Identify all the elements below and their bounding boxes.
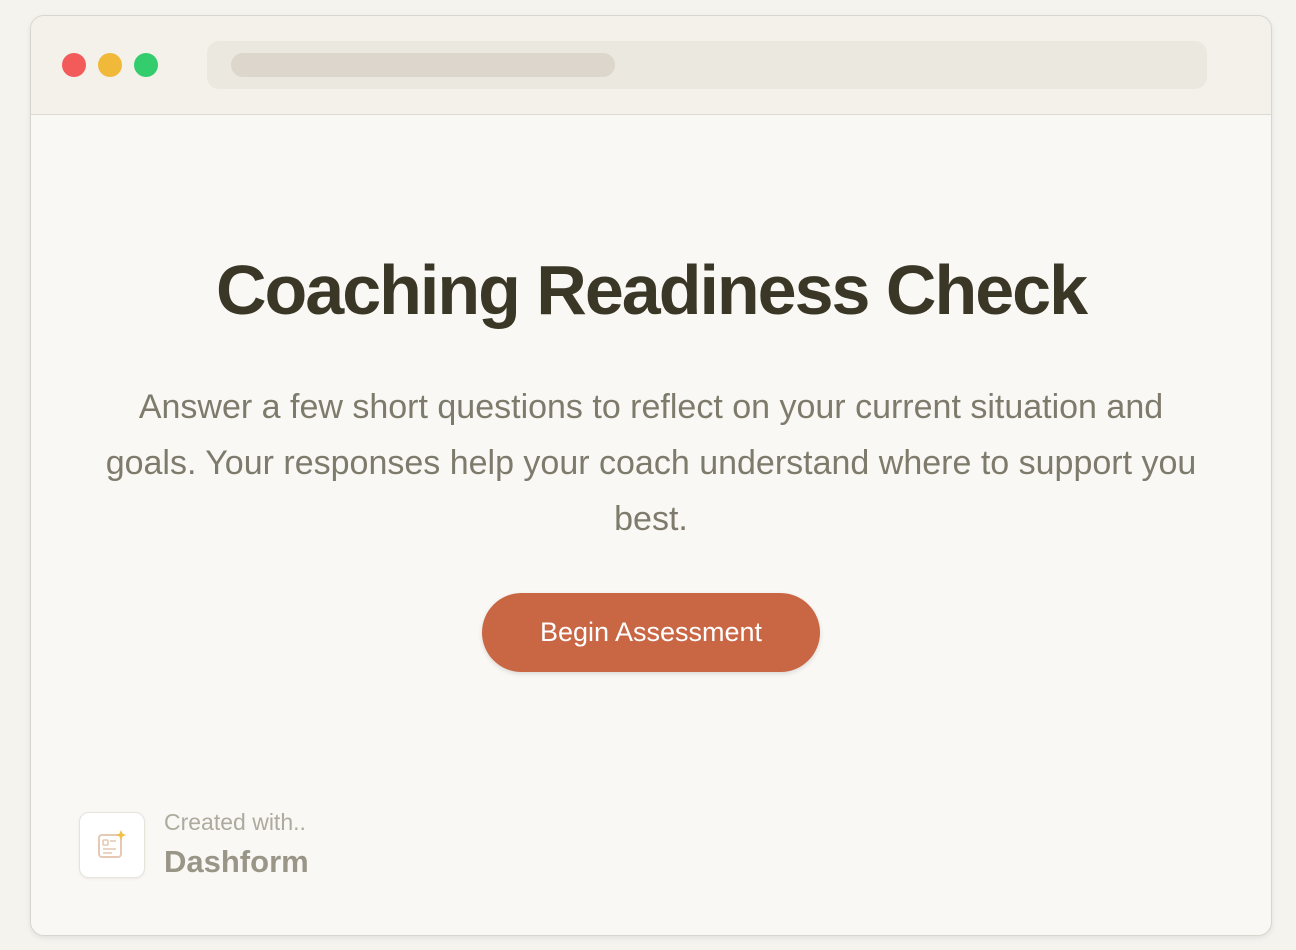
page-description: Answer a few short questions to reflect …: [105, 388, 1197, 538]
form-sparkle-icon: [79, 812, 145, 878]
page-content: Coaching Readiness Check Answer a few sh…: [31, 115, 1271, 935]
page-title: Coaching Readiness Check: [215, 251, 1088, 329]
begin-assessment-button[interactable]: Begin Assessment: [482, 593, 820, 672]
badge-caption: Created with..: [164, 809, 306, 835]
address-bar-placeholder: [231, 53, 615, 77]
address-bar[interactable]: [207, 41, 1207, 89]
created-with-badge[interactable]: Created with.. Dashform: [79, 809, 379, 892]
browser-window: Coaching Readiness Check Answer a few sh…: [30, 15, 1272, 936]
window-titlebar: [31, 16, 1271, 115]
close-window-button[interactable]: [62, 53, 86, 77]
maximize-window-button[interactable]: [134, 53, 158, 77]
badge-brand: Dashform: [164, 844, 309, 879]
minimize-window-button[interactable]: [98, 53, 122, 77]
